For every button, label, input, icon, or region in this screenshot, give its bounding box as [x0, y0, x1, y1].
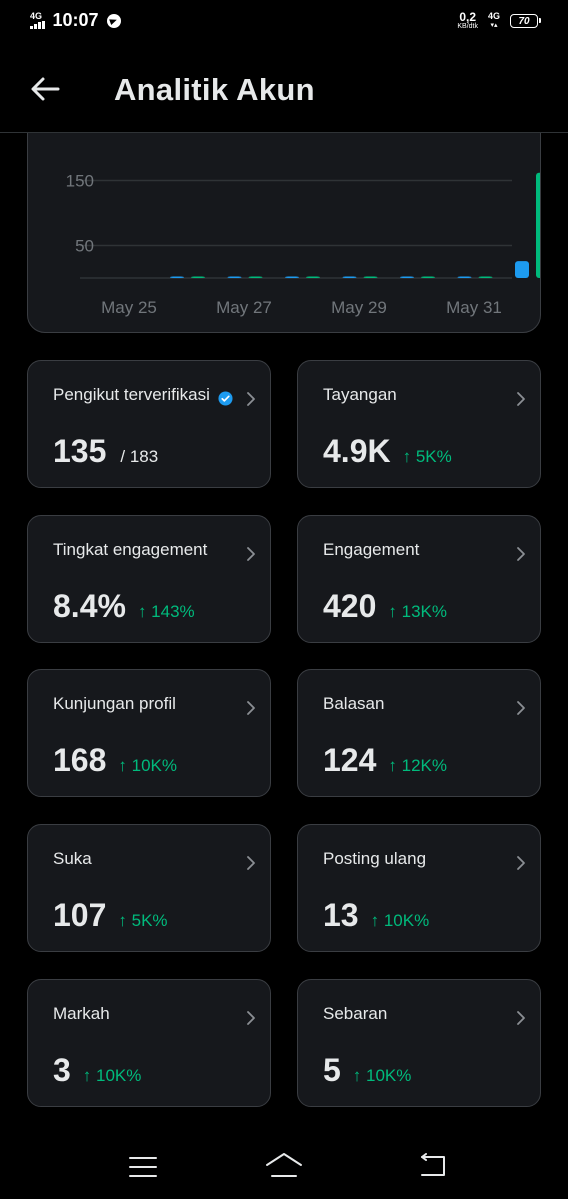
bar: [248, 276, 263, 278]
arrow-left-icon[interactable]: [28, 72, 62, 106]
metric-delta: ↑ 10K%: [118, 756, 177, 775]
x-tick-label: May 31: [446, 298, 502, 317]
y-tick-label: 50: [75, 237, 94, 256]
metric-value: 135: [53, 433, 107, 469]
speed-value: 0,2: [459, 10, 477, 24]
bar: [457, 276, 472, 278]
bar: [421, 276, 435, 278]
chart-card: 150 50 May 25 May 27 May 29 May 31: [27, 100, 541, 333]
bar: [363, 276, 378, 278]
network-speed: 0,2 KB/dtk: [457, 11, 478, 31]
metric-delta: ↑ 5K%: [402, 447, 452, 466]
bar: [400, 276, 414, 278]
metric-label: Balasan: [323, 694, 385, 713]
metric-tile-reposts[interactable]: Posting ulang 13 ↑ 10K%: [297, 824, 541, 952]
chevron-right-icon: [517, 1011, 525, 1025]
x-tick-label: May 29: [331, 298, 387, 317]
x-tick-label: May 25: [101, 298, 157, 317]
chevron-right-icon: [517, 856, 525, 870]
bar-chart: 150 50 May 25 May 27 May 29 May 31: [66, 172, 540, 317]
metric-delta: ↑ 143%: [137, 602, 195, 621]
metric-delta: ↑ 10K%: [370, 911, 430, 930]
telegram-icon: [106, 13, 121, 28]
metric-label: Suka: [53, 849, 92, 868]
metric-tile-verified-followers[interactable]: Pengikut terverifikasi 135 / 183: [27, 360, 271, 488]
status-bar: 4G 10:07 0,2 KB/dtk 4G ▾▴ 70: [0, 0, 568, 44]
metric-label: Kunjungan profil: [53, 694, 176, 713]
y-tick-label: 150: [66, 172, 94, 191]
chevron-right-icon: [247, 856, 255, 870]
bar: [191, 276, 205, 278]
metric-tile-engagement[interactable]: Engagement 420 ↑ 13K%: [297, 515, 541, 643]
battery-icon: 70: [510, 14, 541, 28]
metric-tile-shares[interactable]: Sebaran 5 ↑ 10K%: [297, 979, 541, 1107]
metric-delta: ↑ 5K%: [118, 911, 168, 930]
chevron-right-icon: [517, 392, 525, 406]
metric-value: 168: [53, 742, 107, 778]
home-icon[interactable]: [265, 1151, 303, 1179]
bar: [285, 276, 299, 278]
chevron-right-icon: [247, 392, 255, 406]
metric-label: Posting ulang: [323, 849, 427, 868]
bar: [536, 172, 540, 278]
network-type-right: 4G: [487, 11, 500, 21]
app-header: Analitik Akun: [0, 44, 568, 133]
metric-value: 5: [323, 1052, 341, 1088]
metric-total: / 183: [120, 447, 159, 466]
chevron-right-icon: [247, 1011, 255, 1025]
system-nav-bar: [0, 1135, 568, 1199]
metric-tile-profile-visits[interactable]: Kunjungan profil 168 ↑ 10K%: [27, 669, 271, 797]
metric-value: 420: [323, 588, 377, 624]
clock: 10:07: [52, 10, 99, 30]
chevron-right-icon: [517, 701, 525, 715]
bar: [227, 276, 242, 278]
metric-value: 8.4%: [53, 588, 126, 624]
battery-level: 70: [518, 15, 530, 27]
metric-delta: ↑ 10K%: [352, 1066, 412, 1085]
x-tick-label: May 27: [216, 298, 272, 317]
metric-label: Engagement: [323, 540, 420, 559]
network-type: 4G: [30, 11, 43, 21]
bar: [478, 276, 493, 278]
metric-value: 4.9K: [323, 433, 391, 469]
metric-tile-engagement-rate[interactable]: Tingkat engagement 8.4% ↑ 143%: [27, 515, 271, 643]
metric-value: 3: [53, 1052, 71, 1088]
metric-delta: ↑ 10K%: [82, 1066, 142, 1085]
signal-icon-right: 4G ▾▴: [487, 11, 500, 30]
metric-label: Tayangan: [323, 385, 397, 404]
chevron-right-icon: [247, 701, 255, 715]
metric-value: 124: [323, 742, 377, 778]
metric-label: Tingkat engagement: [53, 540, 208, 559]
menu-icon[interactable]: [128, 1155, 158, 1179]
bar: [515, 261, 529, 278]
metric-value: 13: [323, 897, 359, 933]
verified-badge-icon: [218, 391, 233, 406]
metric-label: Markah: [53, 1004, 110, 1023]
metric-tile-impressions[interactable]: Tayangan 4.9K ↑ 5K%: [297, 360, 541, 488]
metric-tile-likes[interactable]: Suka 107 ↑ 5K%: [27, 824, 271, 952]
bar: [306, 276, 320, 278]
metric-tile-bookmarks[interactable]: Markah 3 ↑ 10K%: [27, 979, 271, 1107]
metric-delta: ↑ 13K%: [388, 602, 447, 621]
bar: [342, 276, 357, 278]
chevron-right-icon: [247, 547, 255, 561]
bar: [170, 276, 184, 278]
back-icon[interactable]: [418, 1153, 448, 1179]
page-title: Analitik Akun: [114, 72, 315, 107]
metric-delta: ↑ 12K%: [388, 756, 447, 775]
chevron-right-icon: [517, 547, 525, 561]
signal-icon: 4G: [30, 12, 45, 29]
metric-label: Pengikut terverifikasi: [53, 385, 210, 404]
metric-tile-replies[interactable]: Balasan 124 ↑ 12K%: [297, 669, 541, 797]
metric-value: 107: [53, 897, 107, 933]
metric-label: Sebaran: [323, 1004, 388, 1023]
speed-unit: KB/dtk: [457, 23, 478, 30]
